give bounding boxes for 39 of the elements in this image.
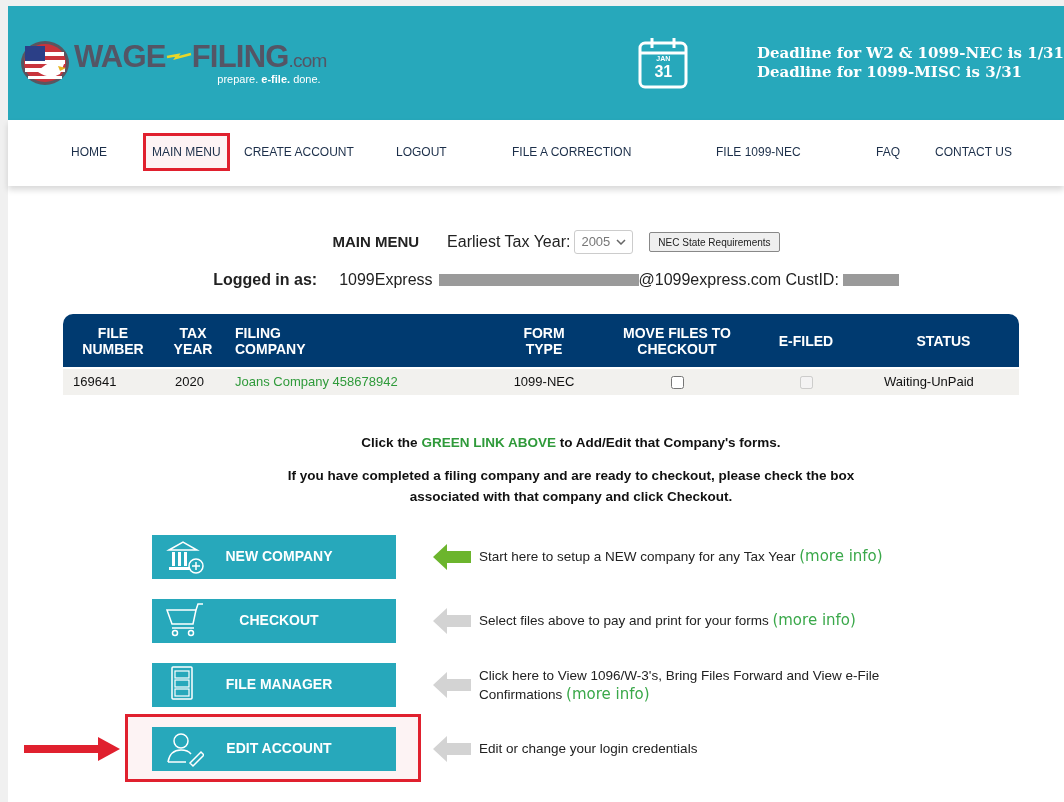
column-header: FILING COMPANY [235,324,307,357]
table-cell-text: 2020 [174,373,205,392]
logo-text: FILING [191,40,289,73]
nav-link[interactable]: FILE 1099-NEC [716,133,801,171]
column-header: FILE NUMBER [81,324,145,357]
column-header: MOVE FILES TO CHECKOUT [622,324,732,357]
nav-link[interactable]: LOGOUT [396,133,447,171]
nav-link[interactable]: FAQ [876,133,900,171]
logo-text: WAGE [74,40,166,73]
column-header: FORM TYPE [522,324,566,357]
requirements-button[interactable]: NEC State Requirements [649,232,780,252]
action-description: Click here to View 1096/W-3's, Bring Files Forward and View e-File Confirmations (more info) [479,666,881,704]
column-header: E-FILED [777,332,835,349]
logo-tagline: prepare. e-file. done. [217,72,321,86]
table-cell-text: 169641 [72,373,118,392]
year-label: Earliest Tax Year: [447,232,571,252]
action-description: Edit or change your login credentials [479,740,699,759]
column-header: STATUS [915,332,972,349]
year-select[interactable]: 2005 [574,230,634,254]
deadline-text: Deadline for W2 & 1099-NEC is 1/31 [756,44,1064,63]
table-cell-text: Waiting-UnPaid [883,373,975,392]
instruction-text: If you have completed a filing company and are ready to checkout, please check the box associated with that company and click Checkout. [286,467,856,506]
nav-link[interactable]: HOME [71,133,107,171]
nav-link[interactable]: MAIN MENU [143,133,230,171]
calendar-day: 31 [654,63,673,81]
action-description: Start here to setup a NEW company for any Tax Year (more info) [479,547,884,567]
instruction-text: Click the GREEN LINK ABOVE to Add/Edit that Company's forms. [360,434,782,452]
deadline-text: Deadline for 1099-MISC is 3/31 [756,63,1024,82]
action-description: Select files above to pay and print for your forms (more info) [479,611,857,631]
nav-link[interactable]: FILE A CORRECTION [512,133,632,171]
table-cell-text: 1099-NEC [512,373,576,392]
page-title: MAIN MENU [332,231,420,252]
nav-link[interactable]: CREATE ACCOUNT [244,133,354,171]
column-header: TAX YEAR [172,324,214,357]
login-text: 1099Express [339,270,433,290]
logo-suffix: .com [288,48,327,73]
login-label: Logged in as: [213,270,318,290]
nav-link[interactable]: CONTACT US [935,133,1012,171]
login-text: @1099express.com CustID: [638,270,839,290]
